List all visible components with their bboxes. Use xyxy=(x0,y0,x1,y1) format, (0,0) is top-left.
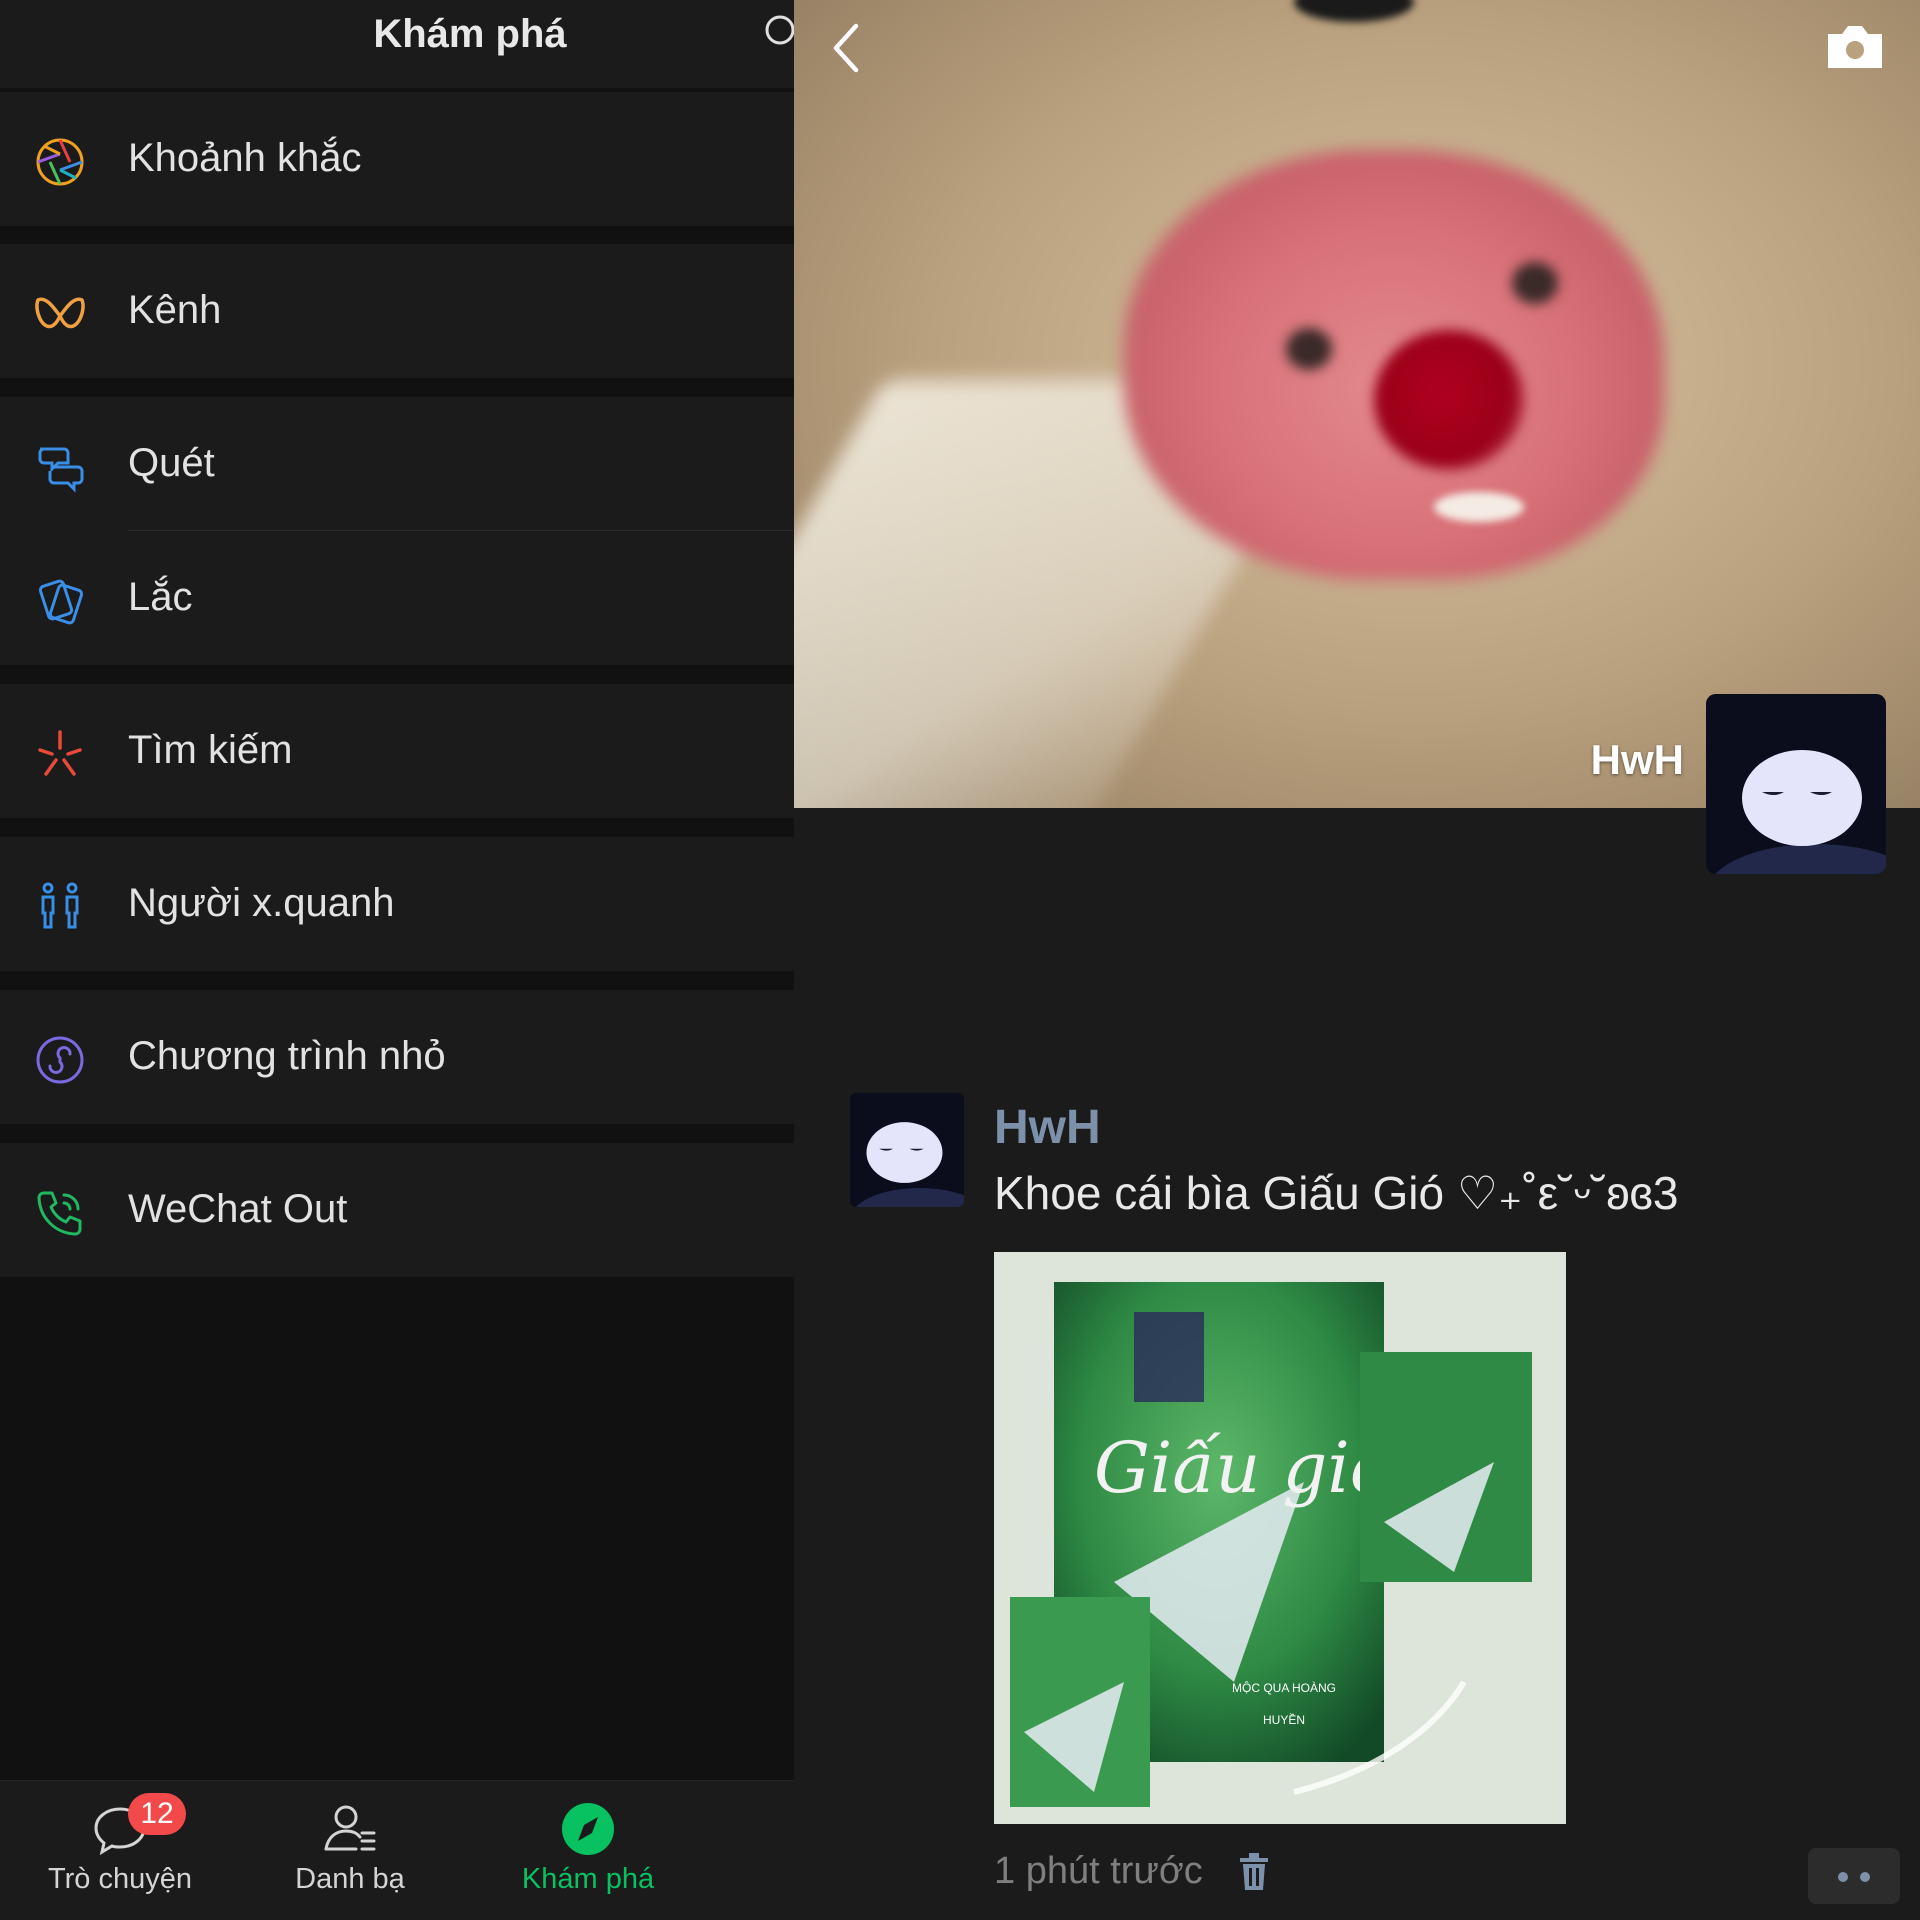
more-options-button[interactable] xyxy=(1808,1848,1900,1904)
post-image[interactable]: Giấu gió MỘC QUA HOÀNG HUYỀN xyxy=(994,1252,1566,1824)
post-author-avatar[interactable] xyxy=(850,1093,964,1207)
tab-label: Khám phá xyxy=(521,1863,655,1895)
avatar-ghost-icon xyxy=(850,1093,964,1207)
cover-username: HwH xyxy=(1590,736,1684,783)
moments-panel: HwH HwH Khoe cái bìa Giấu Gió ♡₊˚ε˘ᵕ˘ʚɞ3 xyxy=(794,0,1920,1920)
cover-tongue-shape xyxy=(1374,330,1524,470)
menu-label: Quét xyxy=(128,441,215,485)
people-nearby-icon xyxy=(41,882,79,929)
phone-icon xyxy=(37,1191,82,1236)
tab-discover[interactable]: Khám phá xyxy=(468,1781,708,1920)
menu-item-moments[interactable]: Khoảnh khắc xyxy=(0,92,794,226)
dot-icon xyxy=(1860,1872,1870,1882)
book-author-text: MỘC QUA HOÀNG xyxy=(1232,1680,1336,1695)
avatar-ghost-icon xyxy=(1706,694,1886,874)
mini-programs-icon xyxy=(36,1036,84,1084)
contacts-icon xyxy=(324,1805,376,1851)
unread-badge: 12 xyxy=(128,1793,186,1835)
page-title: Khám phá xyxy=(373,12,567,56)
menu-label: Tìm kiếm xyxy=(128,728,293,772)
cover-tooth-shape xyxy=(1434,492,1524,522)
post-author-name[interactable]: HwH xyxy=(994,1100,1101,1155)
menu-item-people-nearby[interactable]: Người x.quanh xyxy=(0,837,794,971)
trash-icon[interactable] xyxy=(1234,1850,1274,1894)
shake-icon xyxy=(38,579,84,625)
search-icon[interactable] xyxy=(762,12,794,52)
scan-icon xyxy=(38,447,84,493)
back-arrow-icon[interactable] xyxy=(822,18,872,78)
menu-label: Kênh xyxy=(128,288,222,332)
tab-contacts[interactable]: Danh bạ xyxy=(230,1781,470,1920)
moments-icon xyxy=(36,138,84,186)
bottom-tabbar: 12 Trò chuyện Danh bạ Khám phá xyxy=(0,1780,794,1920)
cover-photo[interactable]: HwH xyxy=(794,0,1920,808)
dot-icon xyxy=(1838,1872,1848,1882)
post-text: Khoe cái bìa Giấu Gió ♡₊˚ε˘ᵕ˘ʚɞ3 xyxy=(994,1167,1679,1219)
search-spark-icon xyxy=(38,730,82,776)
tab-label: Danh bạ xyxy=(295,1863,405,1895)
book-title-text: Giấu gió xyxy=(1094,1427,1392,1509)
menu-label: Chương trình nhỏ xyxy=(128,1034,446,1078)
discover-compass-icon xyxy=(562,1803,614,1855)
tab-chats[interactable]: 12 Trò chuyện xyxy=(0,1781,240,1920)
camera-icon[interactable] xyxy=(1824,20,1886,72)
book-artist-text: HUYỀN xyxy=(1263,1712,1305,1727)
post-timestamp: 1 phút trước xyxy=(994,1850,1203,1892)
menu-label: Khoảnh khắc xyxy=(128,136,362,180)
avatar[interactable] xyxy=(1706,694,1886,874)
tab-label: Trò chuyện xyxy=(48,1863,192,1895)
cover-nose-shape xyxy=(1294,0,1414,22)
cover-eye-shape xyxy=(1512,262,1558,304)
menu-item-channels[interactable]: Kênh xyxy=(0,244,794,378)
menu-item-shake[interactable]: Lắc xyxy=(0,531,794,665)
menu-item-scan[interactable]: Quét xyxy=(0,397,794,531)
menu-label: Người x.quanh xyxy=(128,881,395,925)
menu-label: WeChat Out xyxy=(128,1187,348,1231)
menu-item-mini-programs[interactable]: Chương trình nhỏ xyxy=(0,990,794,1124)
discover-panel: Khám phá Khoảnh khắc Kênh Quét Lắc Tìm k… xyxy=(0,0,794,1920)
channels-icon xyxy=(35,297,85,329)
menu-item-wechat-out[interactable]: WeChat Out xyxy=(0,1143,794,1277)
book-cover-illustration: Giấu gió MỘC QUA HOÀNG HUYỀN xyxy=(994,1252,1566,1824)
cover-eye-shape xyxy=(1286,328,1332,370)
menu-item-search[interactable]: Tìm kiếm xyxy=(0,684,794,818)
discover-header: Khám phá xyxy=(0,0,794,88)
menu-label: Lắc xyxy=(128,575,193,619)
